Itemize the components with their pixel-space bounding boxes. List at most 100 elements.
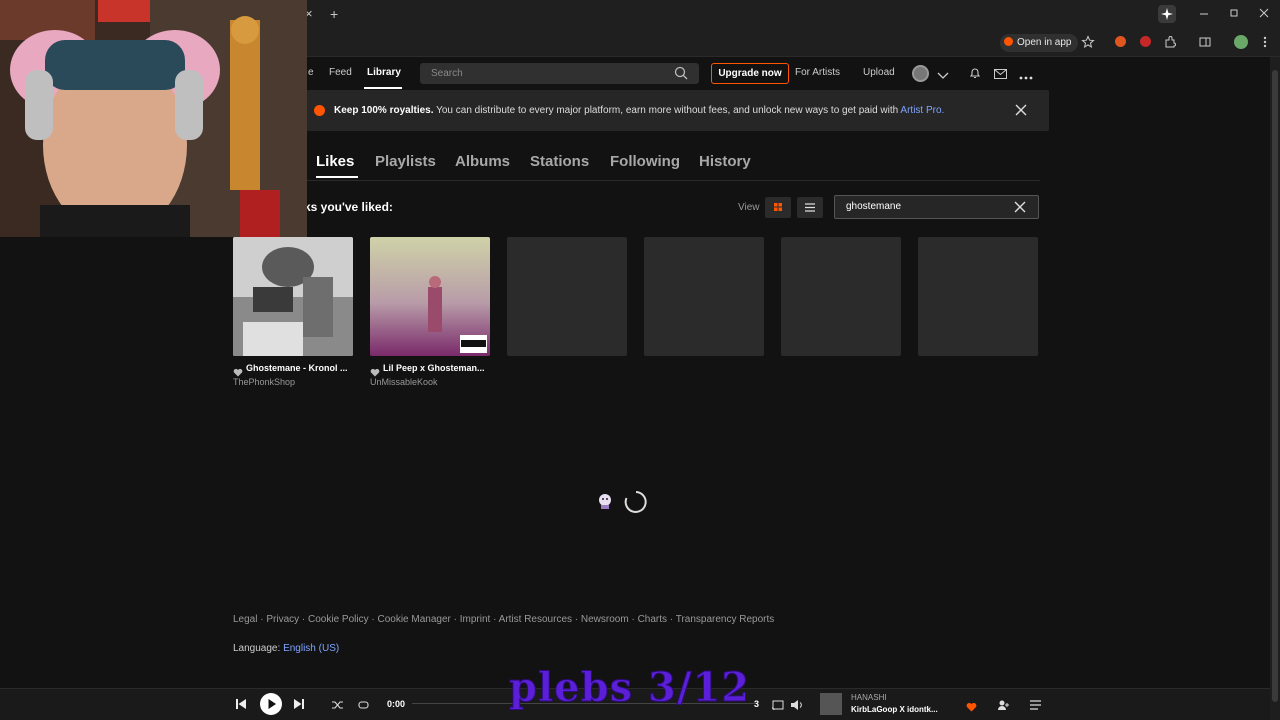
skip-back-icon (236, 699, 246, 709)
bell-icon (969, 68, 981, 79)
track-uploader[interactable]: UnMissableKook (370, 377, 438, 387)
extension-icon[interactable] (1140, 36, 1151, 47)
language-label: Language: (233, 643, 284, 654)
repeat-button[interactable] (357, 698, 370, 716)
banner-close-button[interactable] (1014, 103, 1028, 122)
next-track-button[interactable] (292, 697, 306, 716)
track-artwork-placeholder (507, 237, 627, 356)
search-placeholder: Search (431, 68, 463, 79)
webcam-overlay (0, 0, 307, 237)
chevron-down-icon (937, 72, 949, 79)
tabs-divider (300, 180, 1040, 181)
now-playing-artwork[interactable] (820, 693, 842, 715)
open-in-app-button[interactable]: Open in app (1000, 34, 1078, 52)
minimize-icon (1200, 13, 1208, 15)
view-label: View (738, 202, 760, 213)
star-icon (1081, 35, 1095, 49)
bookmark-star-button[interactable] (1081, 35, 1095, 54)
now-playing-title[interactable]: KirbLaGoop X idontk... (851, 705, 938, 714)
tab-following[interactable]: Following (610, 153, 680, 170)
extension-icon[interactable] (1115, 36, 1126, 47)
user-avatar[interactable] (912, 65, 929, 82)
track-artwork[interactable] (233, 237, 353, 356)
list-view-button[interactable] (797, 197, 823, 218)
search-button[interactable] (674, 66, 688, 85)
play-icon (268, 699, 276, 709)
grid-view-button[interactable] (765, 197, 791, 218)
stream-overlay-text: plebs 3/12 (508, 664, 751, 712)
banner-bold-text: Keep 100% royalties. (334, 105, 434, 116)
track-title[interactable]: Lil Peep x Ghosteman... (383, 363, 491, 373)
tab-albums[interactable]: Albums (455, 153, 510, 170)
messages-button[interactable] (993, 67, 1008, 85)
tab-likes[interactable]: Likes (316, 153, 354, 170)
sidepanel-icon (1199, 37, 1211, 47)
user-menu-button[interactable] (937, 68, 949, 86)
mail-icon (994, 69, 1007, 79)
search-input[interactable]: Search (420, 63, 699, 84)
profile-avatar[interactable] (1234, 35, 1248, 49)
cast-icon (771, 700, 784, 711)
close-icon (1259, 8, 1269, 18)
nav-for-artists[interactable]: For Artists (795, 67, 840, 78)
track-artwork-placeholder (918, 237, 1038, 356)
nav-upload[interactable]: Upload (863, 67, 895, 78)
restore-icon (1230, 9, 1238, 17)
gemini-button[interactable] (1158, 5, 1176, 23)
queue-button[interactable] (1029, 698, 1042, 716)
shuffle-button[interactable] (331, 698, 344, 716)
clear-filter-button[interactable] (1013, 200, 1027, 219)
plus-icon: + (330, 6, 339, 22)
likes-heading: ks you've liked: (304, 200, 393, 214)
tab-history[interactable]: History (699, 153, 751, 170)
restore-button[interactable] (1228, 6, 1240, 25)
volume-button[interactable] (790, 698, 803, 716)
track-artwork-placeholder (644, 237, 764, 356)
loading-mascot-icon (595, 491, 615, 516)
artist-pro-link[interactable]: Artist Pro. (900, 105, 944, 116)
sparkle-icon (1161, 8, 1173, 20)
filter-input[interactable]: ghostemane (834, 195, 1039, 219)
previous-track-button[interactable] (234, 697, 248, 716)
promo-badge-icon (314, 105, 325, 116)
tab-playlists[interactable]: Playlists (375, 153, 436, 170)
footer-links[interactable]: Legal · Privacy · Cookie Policy · Cookie… (233, 614, 774, 625)
new-tab-button[interactable]: + (330, 6, 338, 22)
nav-library[interactable]: Library (367, 67, 401, 78)
language-link[interactable]: English (US) (283, 643, 339, 654)
follow-button[interactable] (997, 698, 1010, 716)
like-button[interactable] (966, 699, 977, 717)
track-duration: 3 (754, 699, 760, 709)
scrollbar-thumb[interactable] (1272, 70, 1278, 702)
list-icon (805, 203, 815, 212)
more-button[interactable] (1018, 69, 1034, 87)
now-playing-artist[interactable]: HANASHI (851, 693, 887, 702)
kebab-icon (1263, 36, 1267, 48)
close-window-button[interactable] (1258, 6, 1270, 25)
search-icon (674, 66, 688, 80)
tab-stations[interactable]: Stations (530, 153, 589, 170)
open-in-app-label: Open in app (1017, 37, 1072, 48)
shuffle-icon (332, 701, 343, 709)
track-artwork[interactable] (370, 237, 490, 356)
nav-feed[interactable]: Feed (329, 67, 352, 78)
extensions-button[interactable] (1163, 35, 1177, 54)
user-plus-icon (998, 700, 1009, 710)
cast-button[interactable] (771, 698, 784, 716)
track-artwork-placeholder (781, 237, 901, 356)
banner-text: You can distribute to every major platfo… (433, 105, 901, 116)
track-uploader[interactable]: ThePhonkShop (233, 377, 295, 387)
sidepanel-button[interactable] (1198, 35, 1212, 54)
play-button[interactable] (260, 693, 282, 715)
track-title[interactable]: Ghostemane - Kronol ... (246, 363, 354, 373)
minimize-button[interactable] (1198, 6, 1210, 25)
nav-home[interactable]: e (308, 67, 314, 78)
volume-icon (791, 700, 802, 710)
upgrade-button[interactable]: Upgrade now (711, 63, 789, 84)
close-icon (1014, 201, 1026, 213)
active-tab-underline (316, 176, 358, 178)
heart-icon (966, 702, 977, 712)
grid-icon (774, 203, 782, 211)
browser-menu-button[interactable] (1261, 35, 1269, 54)
notifications-button[interactable] (968, 66, 982, 85)
